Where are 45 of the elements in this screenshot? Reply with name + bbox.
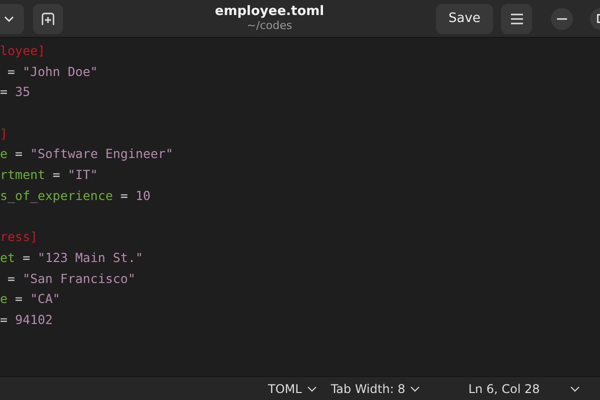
menu-icon [510,12,524,24]
key-text: e [0,291,8,306]
key-text: e [0,146,8,162]
chevron-down-icon [570,386,580,392]
minimize-icon [557,18,567,20]
window-subtitle: ~/codes [246,20,292,32]
tab-width-dropdown[interactable]: Tab Width: 8 [330,382,420,396]
dropdown-button[interactable] [0,4,24,34]
save-button[interactable]: Save [436,4,493,34]
chevron-down-icon [3,14,15,22]
table-header-text: ] [0,126,8,141]
operator-text: = [14,146,24,162]
operator-text: = [14,291,24,306]
key-text: rtment [0,167,46,182]
chevron-down-icon [410,386,420,392]
value-text: 35 [15,84,30,100]
value-text: "Software Engineer" [30,146,174,162]
chevron-down-icon [306,386,317,392]
value-text: "John Doe" [22,64,98,79]
cursor-position: Ln 6, Col 28 [468,382,540,396]
operator-text: = [52,167,62,182]
operator-text: = [0,312,9,327]
window-title: employee.toml [214,4,324,20]
more-dropdown[interactable] [570,386,580,392]
operator-text: = [6,270,16,286]
value-text: "IT" [68,167,98,182]
key-text: et [0,250,16,265]
table-header-text: loyee] [0,43,46,58]
minimize-button[interactable] [551,8,573,30]
new-tab-button[interactable] [33,4,63,34]
menu-button[interactable] [501,4,532,34]
value-text: "CA" [30,291,60,306]
language-dropdown[interactable]: TOML [268,382,317,396]
operator-text: = [0,84,9,100]
value-text: 94102 [15,312,53,327]
code-editor[interactable]: loyee] = "John Doe" = 35 ] e = "Software Engineer" rtment = "IT" s_of_experience = 10 ress] et = "123 Main St." = "San Francisco" e = "CA" = 94102 [0,38,600,376]
table-header-text: ress] [0,229,38,244]
new-tab-icon [41,12,55,26]
value-text: 10 [135,188,151,203]
key-text: s_of_experience [0,188,113,203]
operator-text: = [22,250,32,265]
value-text: "123 Main St." [38,250,143,265]
value-text: "San Francisco" [22,270,136,286]
operator-text: = [119,188,129,203]
operator-text: = [6,64,16,79]
